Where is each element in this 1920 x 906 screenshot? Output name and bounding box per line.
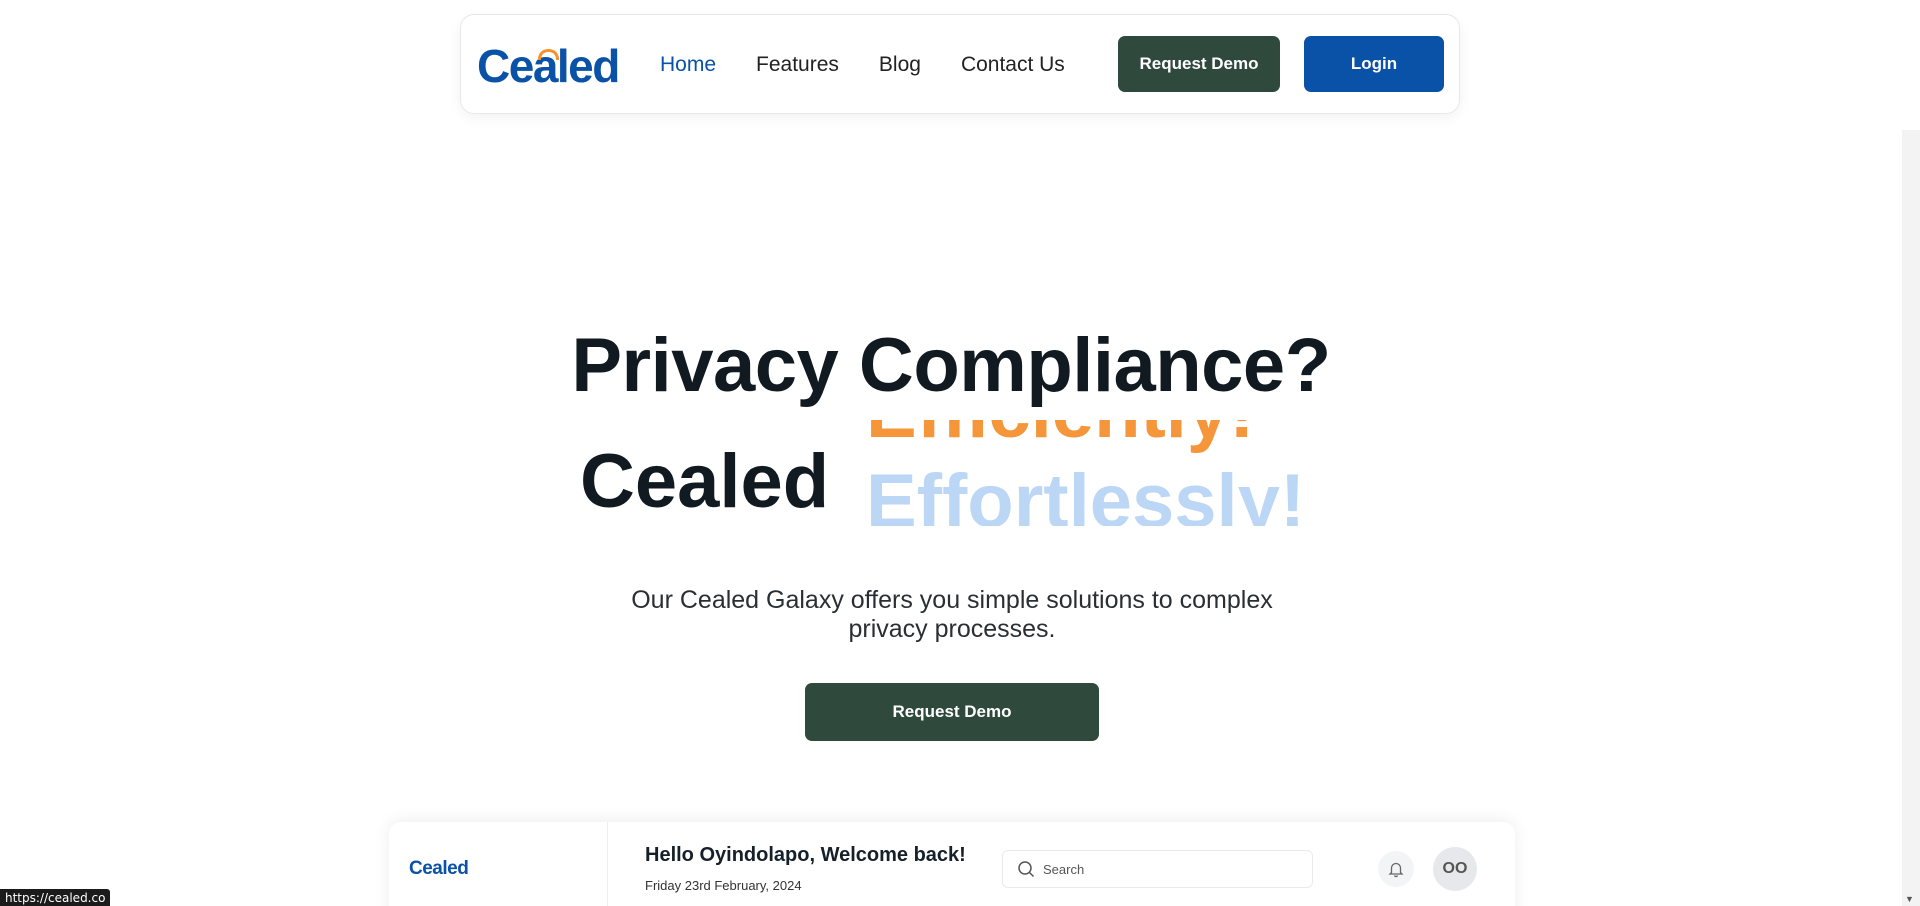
hero-title: Privacy Compliance? xyxy=(571,323,1331,408)
logo-text-a: a xyxy=(532,40,559,92)
dashboard-preview: Cealed Hello Oyindolapo, Welcome back! F… xyxy=(389,822,1515,906)
preview-search-box[interactable] xyxy=(1002,850,1313,888)
avatar[interactable]: OO xyxy=(1433,847,1477,891)
preview-sidebar: Cealed xyxy=(389,822,608,906)
cealed-logo[interactable]: Ce a led xyxy=(477,40,620,92)
preview-date: Friday 23rd February, 2024 xyxy=(645,878,802,893)
preview-logo: Cealed xyxy=(409,858,469,879)
nav-links: Home Features Blog Contact Us xyxy=(660,51,1065,79)
status-bar-url: https://cealed.co xyxy=(0,889,111,906)
hero-brand-word: Cealed xyxy=(580,439,830,524)
notification-button[interactable] xyxy=(1378,851,1414,887)
hero-subtitle: Our Cealed Galaxy offers you simple solu… xyxy=(631,586,1273,643)
nav-link-features[interactable]: Features xyxy=(756,51,839,79)
hero-request-demo-button[interactable]: Request Demo xyxy=(805,683,1099,741)
top-navbar: Ce a led Home Features Blog Contact Us Req… xyxy=(460,14,1460,114)
request-demo-button[interactable]: Request Demo xyxy=(1118,36,1280,92)
search-icon xyxy=(1018,861,1035,878)
bell-icon xyxy=(1388,862,1404,878)
nav-link-home[interactable]: Home xyxy=(660,51,716,79)
preview-greeting: Hello Oyindolapo, Welcome back! xyxy=(645,844,966,866)
search-input[interactable] xyxy=(1043,861,1283,877)
login-button[interactable]: Login xyxy=(1304,36,1444,92)
rotating-word-current: Effortlessly! xyxy=(866,459,1306,526)
scroll-down-arrow-icon[interactable]: ▼ xyxy=(1905,894,1914,904)
hero-rotating-words: Efficiently! Effortlessly! xyxy=(866,420,1336,526)
logo-text-end: led xyxy=(556,40,620,92)
page-scrollbar[interactable] xyxy=(1902,130,1920,906)
rotating-word-previous: Efficiently! xyxy=(866,420,1255,455)
nav-link-blog[interactable]: Blog xyxy=(879,51,921,79)
nav-link-contact-us[interactable]: Contact Us xyxy=(961,51,1065,79)
logo-text-start: Ce xyxy=(477,40,534,92)
